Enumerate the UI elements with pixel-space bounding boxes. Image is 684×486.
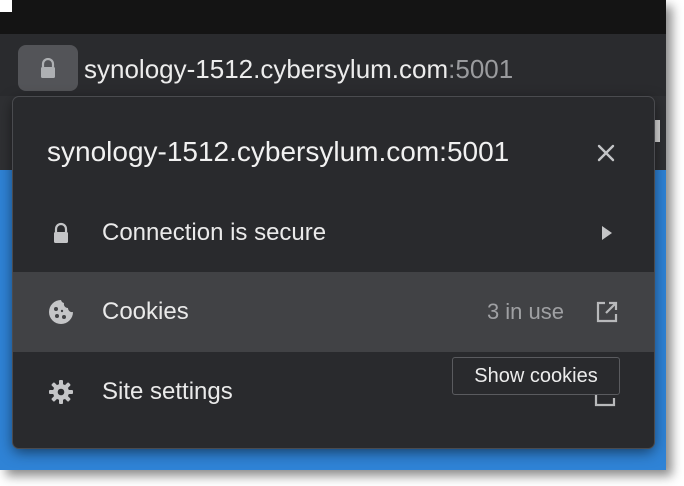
show-cookies-tooltip: Show cookies [452, 357, 620, 395]
lock-icon [47, 219, 75, 247]
gear-icon [47, 378, 75, 406]
address-bar-url[interactable]: synology-1512.cybersylum.com:5001 [84, 53, 513, 85]
cookies-in-use-count: 3 in use [486, 299, 564, 324]
cookies-label: Cookies [102, 298, 189, 325]
site-settings-label: Site settings [102, 378, 233, 405]
lock-icon [41, 58, 55, 78]
external-link-icon [596, 301, 618, 323]
connection-secure-row[interactable]: Connection is secure [13, 193, 654, 273]
url-port: :5001 [448, 54, 514, 84]
cookies-row[interactable]: Cookies 3 in use [13, 272, 654, 352]
open-cookies-button[interactable] [593, 298, 621, 326]
browser-window: synology-1512.cybersylum.com:5001 synolo… [0, 0, 666, 470]
site-info-popup: synology-1512.cybersylum.com:5001 Connec… [13, 97, 654, 448]
window-corner [0, 0, 12, 12]
url-host: synology-1512.cybersylum.com [84, 54, 449, 84]
tab-strip [0, 0, 666, 34]
cookie-icon [47, 298, 75, 326]
popup-title: synology-1512.cybersylum.com:5001 [47, 136, 510, 167]
connection-secure-label: Connection is secure [102, 219, 327, 246]
site-info-button[interactable] [18, 45, 78, 91]
close-button[interactable] [593, 140, 619, 166]
chevron-right-icon [597, 222, 617, 244]
close-icon [597, 144, 615, 162]
